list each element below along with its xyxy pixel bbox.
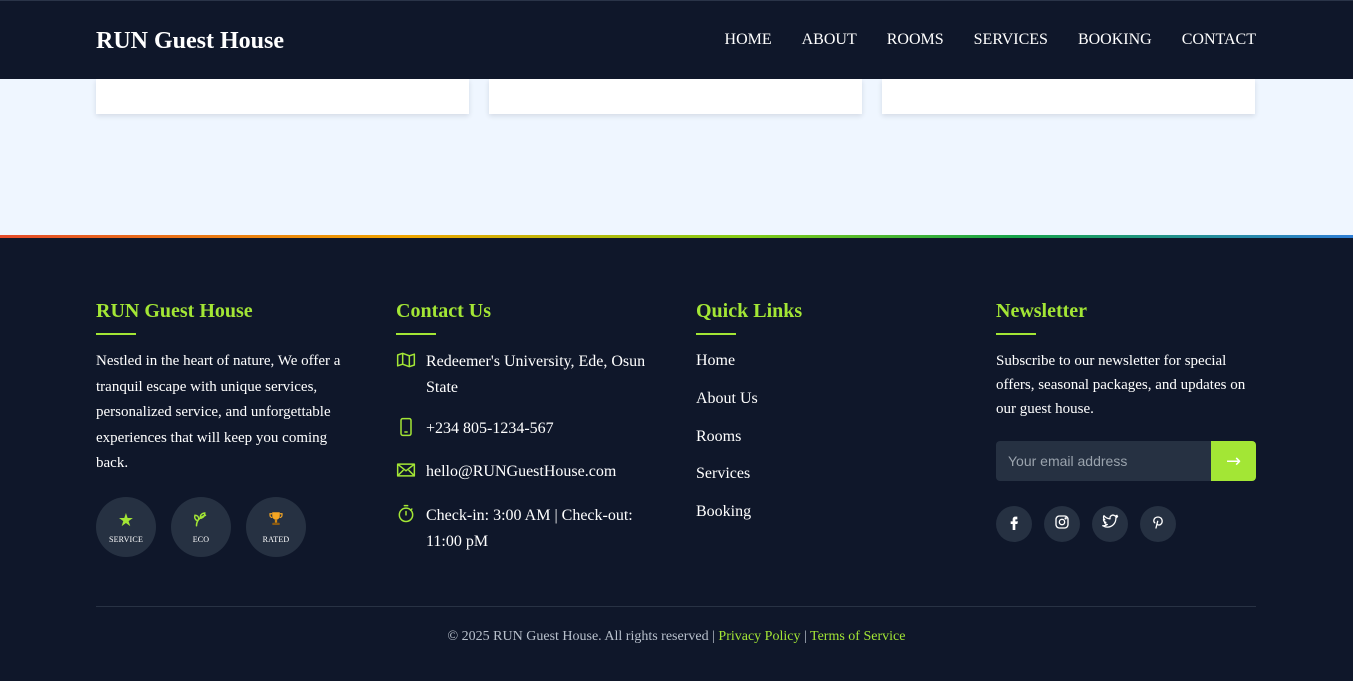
footer-newsletter-title: Newsletter — [996, 300, 1088, 322]
mail-icon — [396, 460, 416, 480]
badge-label: SERVICE — [108, 534, 144, 544]
nav-home[interactable]: HOME — [725, 31, 772, 49]
timer-icon — [396, 504, 416, 524]
leaf-icon — [192, 510, 210, 532]
instagram-icon — [1054, 514, 1070, 535]
subscribe-form: → — [996, 441, 1256, 481]
twitter-icon — [1101, 513, 1119, 535]
email-input[interactable] — [996, 441, 1211, 481]
facebook-icon — [1006, 514, 1022, 535]
nav-booking[interactable]: BOOKING — [1078, 31, 1152, 49]
badge-eco: ECO — [171, 496, 231, 557]
footer-links-title: Quick Links — [696, 300, 803, 322]
title-underline — [996, 333, 1036, 335]
badge-rated: RATED — [246, 496, 306, 557]
copyright-bar: © 2025 RUN Guest House. All rights reser… — [0, 628, 1353, 646]
quick-link-services[interactable]: Services — [696, 464, 802, 502]
footer-quick-links: Quick Links Home About Us Rooms Services… — [696, 299, 802, 540]
footer-about-text: Nestled in the heart of nature, We offer… — [96, 353, 341, 471]
contact-email-text[interactable]: hello@RUNGuestHouse.com — [426, 459, 656, 485]
footer-contact: Contact Us Redeemer's University, Ede, O… — [396, 299, 656, 555]
main-nav: HOME ABOUT ROOMS SERVICES BOOKING CONTAC… — [725, 31, 1256, 49]
badge-service: ★ SERVICE — [96, 496, 156, 557]
footer-accent-stripe — [0, 235, 1353, 238]
subscribe-button[interactable]: → — [1211, 441, 1256, 481]
facebook-link[interactable] — [996, 506, 1032, 542]
trophy-icon — [267, 510, 285, 532]
twitter-link[interactable] — [1092, 506, 1128, 542]
star-icon: ★ — [117, 509, 135, 530]
instagram-link[interactable] — [1044, 506, 1080, 542]
contact-phone: +234 805-1234-567 — [396, 416, 656, 442]
quick-link-booking[interactable]: Booking — [696, 502, 802, 540]
contact-address-text: Redeemer's University, Ede, Osun State — [426, 353, 646, 396]
feature-card — [489, 73, 862, 114]
title-underline — [696, 333, 736, 335]
nav-contact[interactable]: CONTACT — [1182, 31, 1256, 49]
feature-card — [882, 73, 1255, 114]
features-section — [0, 73, 1353, 235]
footer-contact-title: Contact Us — [396, 300, 491, 322]
footer-divider — [96, 606, 1256, 607]
terms-of-service-link[interactable]: Terms of Service — [810, 629, 905, 644]
badge-list: ★ SERVICE ECO RATED — [96, 496, 351, 557]
link-separator: | — [803, 629, 807, 644]
quick-link-about[interactable]: About Us — [696, 389, 802, 427]
site-header: RUN Guest House HOME ABOUT ROOMS SERVICE… — [0, 0, 1353, 79]
copyright-text: © 2025 RUN Guest House. All rights reser… — [447, 629, 715, 644]
contact-email: hello@RUNGuestHouse.com — [396, 459, 656, 485]
contact-phone-text[interactable]: +234 805-1234-567 — [426, 416, 656, 442]
footer-newsletter: Newsletter Subscribe to our newsletter f… — [996, 299, 1256, 542]
pinterest-link[interactable] — [1140, 506, 1176, 542]
footer-about: RUN Guest House Nestled in the heart of … — [96, 299, 351, 557]
contact-hours-text: Check-in: 3:00 AM | Check-out: 11:00 pM — [426, 507, 633, 550]
quick-link-rooms[interactable]: Rooms — [696, 427, 802, 465]
nav-services[interactable]: SERVICES — [974, 31, 1048, 49]
social-links — [996, 506, 1256, 542]
title-underline — [96, 333, 136, 335]
brand-logo[interactable]: RUN Guest House — [96, 27, 284, 55]
nav-rooms[interactable]: ROOMS — [887, 31, 944, 49]
title-underline — [396, 333, 436, 335]
newsletter-text: Subscribe to our newsletter for special … — [996, 353, 1246, 417]
contact-address: Redeemer's University, Ede, Osun State — [396, 349, 656, 401]
contact-hours: Check-in: 3:00 AM | Check-out: 11:00 pM — [396, 503, 656, 555]
privacy-policy-link[interactable]: Privacy Policy — [718, 629, 800, 644]
badge-label: RATED — [262, 534, 290, 544]
footer-about-title: RUN Guest House — [96, 300, 253, 322]
nav-about[interactable]: ABOUT — [802, 31, 857, 49]
badge-label: ECO — [192, 534, 210, 544]
pinterest-icon — [1150, 514, 1166, 535]
quick-link-home[interactable]: Home — [696, 351, 802, 389]
map-icon — [396, 350, 416, 370]
quick-link-list: Home About Us Rooms Services Booking — [696, 351, 802, 540]
phone-icon — [396, 417, 416, 437]
feature-card — [96, 73, 469, 114]
